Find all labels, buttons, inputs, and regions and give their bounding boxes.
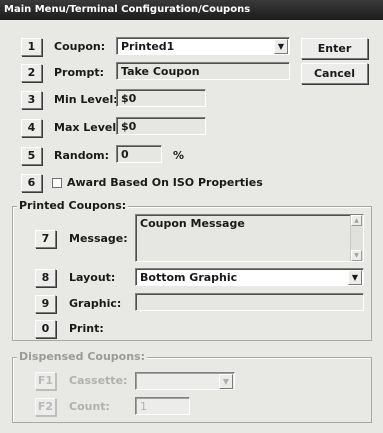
chevron-down-icon[interactable]: ▼: [219, 374, 233, 389]
graphic-field[interactable]: [135, 293, 364, 311]
coupon-label: Coupon:: [54, 40, 106, 53]
message-label: Message:: [69, 232, 128, 245]
min-level-label: Min Level:: [54, 93, 118, 106]
coupon-select[interactable]: Printed1 ▼: [116, 37, 290, 55]
random-field[interactable]: 0: [116, 145, 162, 163]
message-value: Coupon Message: [140, 217, 245, 230]
max-level-key-button[interactable]: 4: [21, 119, 42, 137]
prompt-field[interactable]: Take Coupon: [116, 62, 290, 80]
printed-coupons-title: Printed Coupons:: [17, 199, 129, 212]
layout-key-button[interactable]: 8: [35, 269, 56, 287]
layout-value: Bottom Graphic: [140, 271, 238, 284]
graphic-key-button[interactable]: 9: [35, 295, 56, 313]
coupon-key-button[interactable]: 1: [21, 38, 42, 56]
prompt-label: Prompt:: [54, 66, 105, 79]
award-label: Award Based On ISO Properties: [67, 176, 263, 189]
percent-unit: %: [173, 149, 185, 162]
prompt-key-button[interactable]: 2: [21, 64, 42, 82]
max-level-label: Max Level:: [54, 121, 121, 134]
cassette-label: Cassette:: [69, 374, 128, 387]
print-label: Print:: [69, 322, 104, 335]
count-label: Count:: [69, 400, 110, 413]
count-field[interactable]: 1: [135, 397, 190, 415]
layout-label: Layout:: [69, 271, 116, 284]
count-key-button[interactable]: F2: [35, 398, 56, 416]
enter-button[interactable]: Enter: [301, 38, 368, 59]
random-label: Random:: [54, 149, 110, 162]
message-textarea[interactable]: Coupon Message ▲ ▼: [135, 214, 364, 262]
scroll-down-icon[interactable]: ▼: [351, 250, 362, 261]
window-title: Main Menu/Terminal Configuration/Coupons: [0, 0, 383, 20]
print-key-button[interactable]: 0: [35, 320, 56, 338]
chevron-down-icon[interactable]: ▼: [348, 270, 362, 285]
dispensed-coupons-title: Dispensed Coupons:: [17, 350, 147, 363]
min-level-key-button[interactable]: 3: [21, 91, 42, 109]
cancel-button[interactable]: Cancel: [301, 63, 368, 84]
random-key-button[interactable]: 5: [21, 147, 42, 165]
cassette-select[interactable]: ▼: [135, 372, 235, 390]
award-checkbox[interactable]: [52, 178, 62, 188]
award-key-button[interactable]: 6: [21, 174, 42, 192]
min-level-field[interactable]: $0: [116, 89, 206, 107]
chevron-down-icon[interactable]: ▼: [274, 39, 288, 54]
layout-select[interactable]: Bottom Graphic ▼: [135, 268, 364, 286]
cassette-key-button[interactable]: F1: [35, 372, 56, 390]
message-key-button[interactable]: 7: [35, 230, 56, 248]
scroll-up-icon[interactable]: ▲: [351, 215, 362, 226]
graphic-label: Graphic:: [69, 297, 122, 310]
max-level-field[interactable]: $0: [116, 117, 206, 135]
message-scrollbar[interactable]: ▲ ▼: [350, 215, 363, 261]
dispensed-coupons-group: [12, 357, 372, 423]
coupon-value: Printed1: [121, 40, 175, 53]
